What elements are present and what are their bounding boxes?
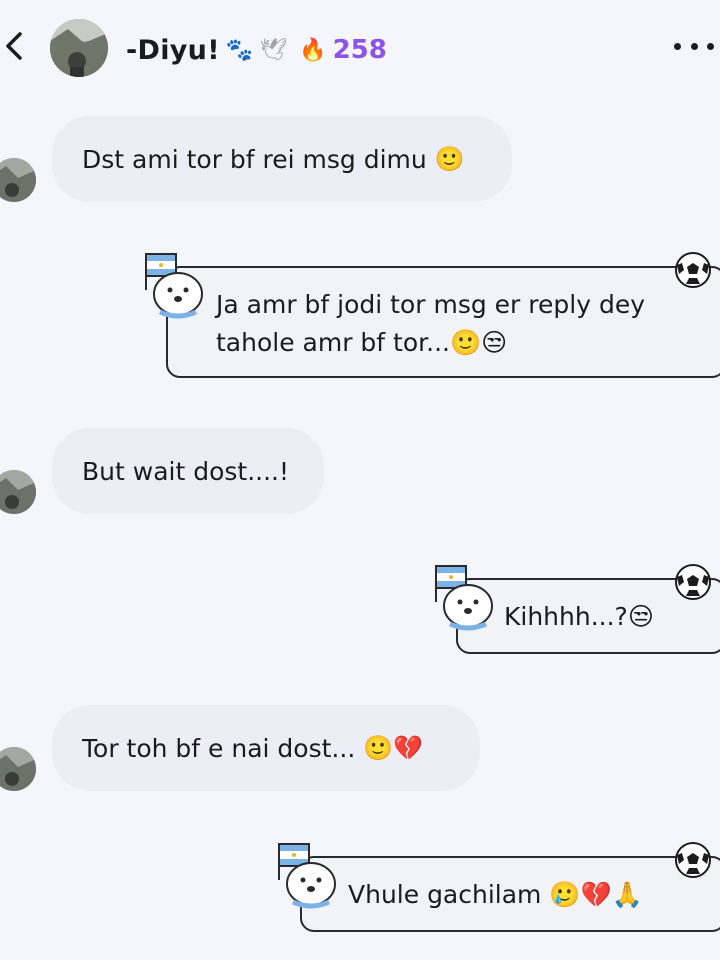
paw-icon: 🐾	[225, 37, 254, 63]
streak-count: 258	[332, 35, 387, 65]
dog-flag-sticker-icon	[435, 565, 493, 631]
back-icon[interactable]	[2, 30, 28, 62]
dog-flag-sticker-icon	[278, 843, 336, 909]
message-line: Ja amr bf jodi tor msg er reply dey	[216, 290, 645, 319]
message-text: But wait dost....!	[82, 456, 290, 486]
avatar[interactable]	[0, 470, 36, 514]
message-emoji: 🙂	[434, 145, 465, 173]
chat-header: -Diyu! 🐾 🕊 🔥 258	[0, 0, 720, 100]
message-line: tahole amr bf tor...🙂😒	[216, 328, 508, 357]
message-text: Dst ami tor bf rei msg dimu	[82, 144, 427, 174]
avatar[interactable]	[0, 747, 36, 791]
message-text: Tor toh bf e nai dost...	[82, 733, 356, 763]
avatar[interactable]	[0, 158, 36, 202]
message-emoji: 🙂💔	[363, 734, 424, 762]
dog-flag-sticker-icon	[145, 253, 203, 319]
more-icon[interactable]	[674, 36, 714, 56]
soccer-ball-icon	[675, 252, 711, 288]
incoming-message[interactable]: Dst ami tor bf rei msg dimu 🙂	[52, 116, 512, 202]
avatar[interactable]	[50, 19, 108, 77]
incoming-message[interactable]: Tor toh bf e nai dost... 🙂💔	[52, 705, 480, 791]
outgoing-message[interactable]: Vhule gachilam 🥲💔🙏	[300, 856, 720, 932]
outgoing-message[interactable]: Ja amr bf jodi tor msg er reply dey taho…	[166, 266, 720, 378]
soccer-ball-icon	[675, 842, 711, 878]
message-line: Kihhhh...?😒	[504, 602, 654, 631]
contact-name: -Diyu!	[126, 34, 220, 66]
soccer-ball-icon	[675, 564, 711, 600]
dove-icon: 🕊	[259, 37, 288, 63]
contact-title[interactable]: -Diyu! 🐾 🕊 🔥 258	[126, 30, 387, 70]
message-line: Vhule gachilam 🥲💔🙏	[348, 880, 643, 909]
flame-icon: 🔥	[299, 37, 327, 63]
incoming-message[interactable]: But wait dost....!	[52, 428, 324, 514]
